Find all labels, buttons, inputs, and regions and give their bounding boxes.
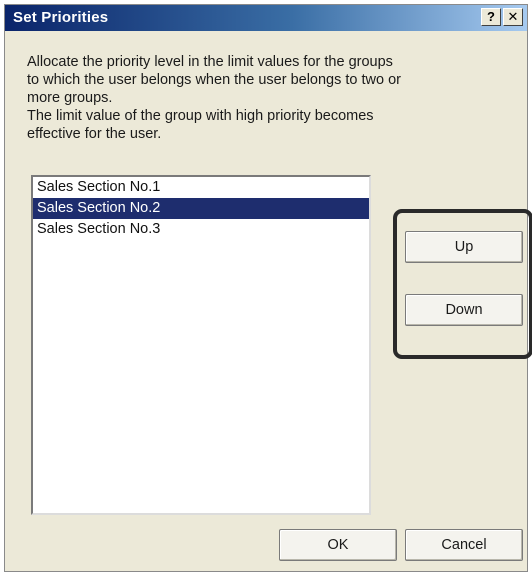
up-button[interactable]: Up <box>405 231 523 263</box>
list-item-sales-section-3[interactable]: Sales Section No.3 <box>33 219 369 240</box>
ok-button[interactable]: OK <box>279 529 397 561</box>
down-button[interactable]: Down <box>405 294 523 326</box>
cancel-button[interactable]: Cancel <box>405 529 523 561</box>
description-line: to which the user belongs when the user … <box>27 72 402 88</box>
description-text: Allocate the priority level in the limit… <box>27 53 497 143</box>
description-line: effective for the user. <box>27 126 162 142</box>
group-list[interactable]: Sales Section No.1 Sales Section No.2 Sa… <box>31 175 371 515</box>
description-line: Allocate the priority level in the limit… <box>27 54 393 70</box>
title-bar: Set Priorities ? ✕ <box>5 5 527 31</box>
dialog-title: Set Priorities <box>13 9 109 26</box>
set-priorities-dialog: Set Priorities ? ✕ Allocate the priority… <box>4 4 532 572</box>
description-line: The limit value of the group with high p… <box>27 108 374 124</box>
list-item-sales-section-2[interactable]: Sales Section No.2 <box>33 198 369 219</box>
list-item-sales-section-1[interactable]: Sales Section No.1 <box>33 177 369 198</box>
description-line: more groups. <box>27 90 113 106</box>
help-button[interactable]: ? <box>481 8 501 26</box>
close-button[interactable]: ✕ <box>503 8 523 26</box>
